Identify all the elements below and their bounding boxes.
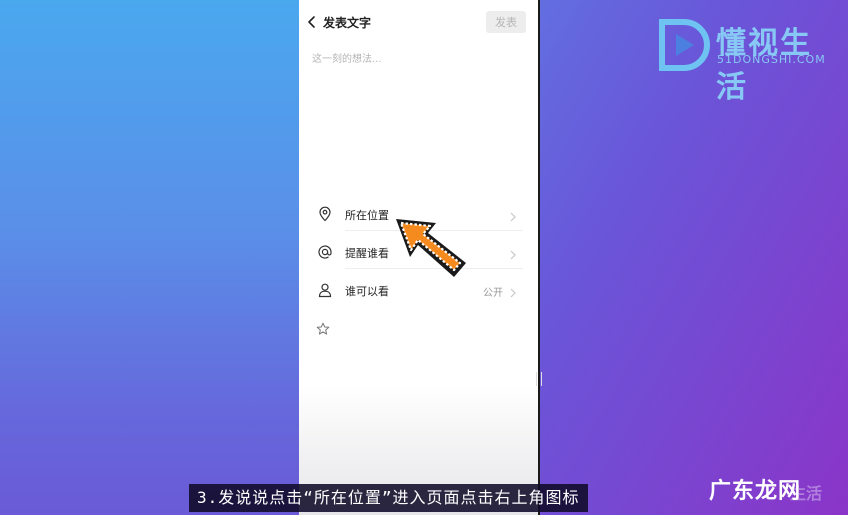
location-pin-icon [317, 206, 333, 222]
chevron-right-icon [509, 208, 517, 222]
post-text-input[interactable]: 这一刻的想法... [312, 50, 382, 65]
option-location-label: 所在位置 [345, 209, 389, 222]
chevron-right-icon [509, 284, 517, 298]
back-arrow-icon[interactable] [304, 14, 320, 30]
at-sign-icon [317, 244, 333, 260]
option-remind-label: 提醒谁看 [345, 247, 389, 260]
left-background [0, 0, 300, 515]
chevron-right-icon [509, 246, 517, 260]
screen-divider [538, 0, 540, 515]
brand-logo: 懂视生活 51DONGSHI.COM [658, 16, 843, 105]
top-bar: 发表文字 发表 [299, 8, 538, 36]
page-title: 发表文字 [323, 16, 372, 30]
brand-domain: 51DONGSHI.COM [717, 53, 826, 66]
watermark-text: 广东龙网 [709, 479, 802, 504]
play-logo-icon [659, 19, 710, 71]
publish-button[interactable]: 发表 [486, 11, 526, 33]
subtitle-caption: 3.发说说点击“所在位置”进入页面点击右上角图标 [189, 484, 588, 512]
watermark-ghost-text: 生活 [790, 484, 823, 503]
pointer-arrow-icon [392, 213, 472, 283]
option-visibility-label: 谁可以看 [345, 285, 389, 298]
option-visibility-value: 公开 [483, 288, 503, 299]
star-icon[interactable] [316, 321, 330, 335]
resize-handle [536, 372, 542, 386]
person-icon [317, 282, 333, 298]
